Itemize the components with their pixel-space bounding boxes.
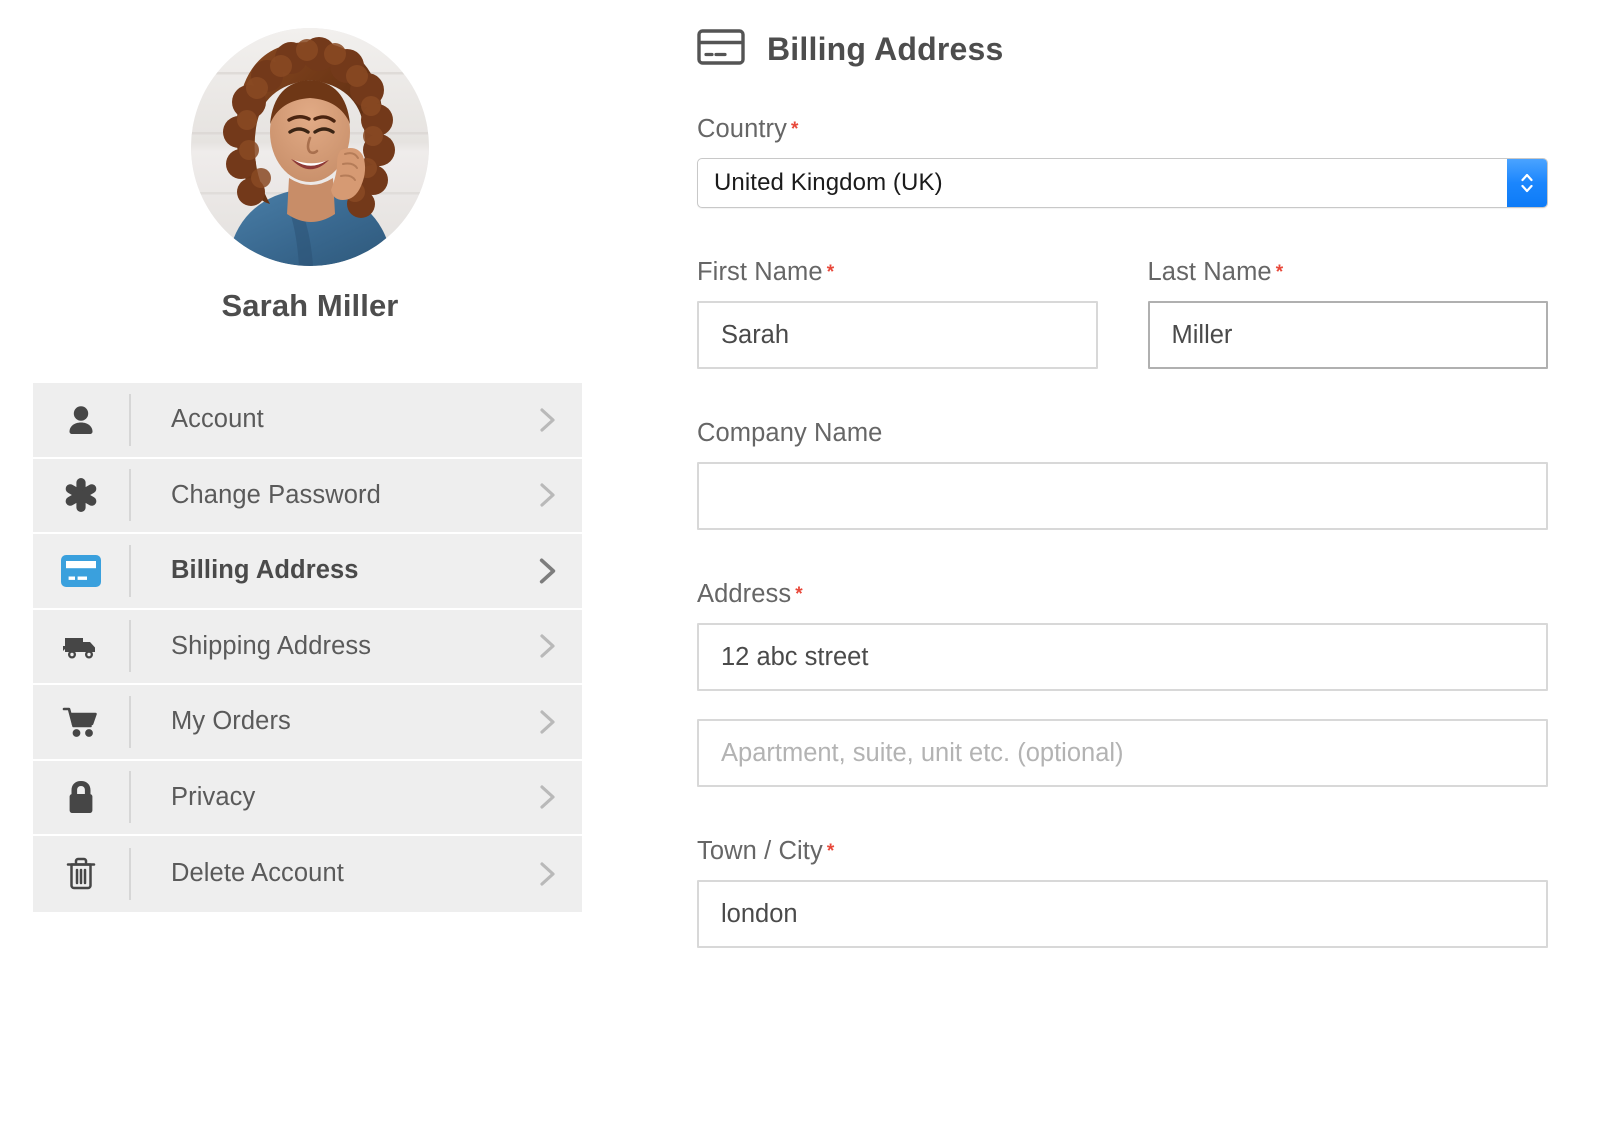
sidebar-item-account[interactable]: Account xyxy=(33,383,582,459)
last-name-input[interactable] xyxy=(1147,301,1548,369)
settings-menu: Account Change Password Billing Address … xyxy=(33,383,582,912)
last-name-field-block: Last Name * xyxy=(1147,258,1548,369)
address-line2-input[interactable] xyxy=(697,719,1548,787)
required-marker: * xyxy=(826,841,835,862)
town-city-label: Town / City * xyxy=(697,837,835,865)
company-name-input[interactable] xyxy=(697,462,1548,530)
chevron-right-icon xyxy=(512,405,582,435)
avatar xyxy=(191,28,429,266)
avatar-wrapper xyxy=(0,28,620,266)
profile-name: Sarah Miller xyxy=(221,288,399,323)
truck-icon xyxy=(33,630,129,662)
address-label: Address * xyxy=(697,580,803,608)
account-settings-page: Sarah Miller Account Change Password Bil… xyxy=(0,0,1618,1136)
company-name-label: Company Name xyxy=(697,419,883,447)
required-marker: * xyxy=(791,119,799,140)
address-field-block: Address * xyxy=(697,580,1548,691)
sidebar-item-billing-address[interactable]: Billing Address xyxy=(33,534,582,610)
chevron-right-icon xyxy=(512,707,582,737)
sidebar-item-label: Billing Address xyxy=(171,556,359,585)
company-name-field-block: Company Name xyxy=(697,419,1548,530)
sidebar-item-delete-account[interactable]: Delete Account xyxy=(33,836,582,912)
trash-icon xyxy=(33,856,129,892)
sidebar-item-label: Delete Account xyxy=(171,859,344,888)
sidebar-item-privacy[interactable]: Privacy xyxy=(33,760,582,836)
sidebar-item-label: Account xyxy=(171,405,264,434)
billing-address-form: Billing Address Country * United Kingdom … xyxy=(620,0,1618,1136)
required-marker: * xyxy=(826,262,835,283)
country-label: Country * xyxy=(697,115,799,143)
sidebar-item-shipping-address[interactable]: Shipping Address xyxy=(33,609,582,685)
chevron-right-icon xyxy=(512,631,582,661)
cart-icon xyxy=(33,705,129,739)
chevron-right-icon xyxy=(512,782,582,812)
credit-card-icon xyxy=(33,554,129,587)
address-line2-field-block xyxy=(697,719,1548,787)
sidebar-item-label: Shipping Address xyxy=(171,631,372,660)
town-city-input[interactable] xyxy=(697,880,1548,948)
name-row: First Name* Last Name* xyxy=(697,258,1548,369)
chevron-up-down-icon xyxy=(1521,173,1533,193)
page-title: Billing Address xyxy=(767,31,1004,67)
required-marker: * xyxy=(1275,262,1284,283)
sidebar-item-my-orders[interactable]: My Orders xyxy=(33,685,582,761)
country-field-block: Country * United Kingdom (UK) xyxy=(697,115,1548,208)
required-marker: * xyxy=(795,584,803,605)
avatar-photo xyxy=(191,28,429,266)
panel-header: Billing Address xyxy=(697,28,1548,71)
sidebar-item-label: Privacy xyxy=(171,782,256,811)
country-select[interactable]: United Kingdom (UK) xyxy=(697,158,1548,208)
first-name-input[interactable] xyxy=(697,301,1098,369)
country-select-box[interactable]: United Kingdom (UK) xyxy=(697,158,1548,208)
first-name-label: First Name * xyxy=(697,258,835,286)
sidebar-item-label: Change Password xyxy=(171,480,381,509)
last-name-label: Last Name * xyxy=(1147,258,1284,286)
chevron-right-icon xyxy=(512,859,582,889)
lock-icon xyxy=(33,779,129,815)
profile-sidebar: Sarah Miller Account Change Password Bil… xyxy=(0,0,620,1136)
chevron-right-icon xyxy=(512,555,582,587)
town-city-field-block: Town / City * xyxy=(697,837,1548,948)
asterisk-icon xyxy=(33,476,129,514)
select-stepper-button[interactable] xyxy=(1507,159,1547,207)
person-icon xyxy=(33,402,129,438)
chevron-right-icon xyxy=(512,480,582,510)
sidebar-item-change-password[interactable]: Change Password xyxy=(33,458,582,534)
sidebar-item-label: My Orders xyxy=(171,707,291,736)
address-line1-input[interactable] xyxy=(697,623,1548,691)
country-selected-value: United Kingdom (UK) xyxy=(714,169,943,196)
first-name-field-block: First Name * xyxy=(697,258,1098,369)
credit-card-icon xyxy=(697,28,745,71)
